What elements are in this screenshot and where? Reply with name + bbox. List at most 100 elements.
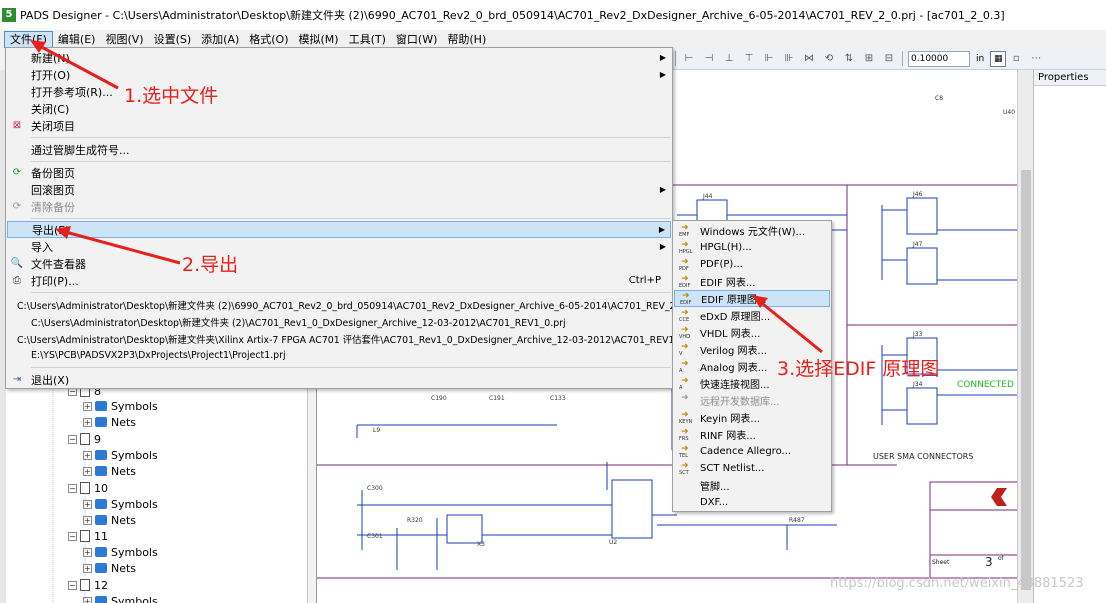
file-menu-rollback[interactable]: 回滚图页 ▶ — [7, 181, 671, 198]
tree-symbols[interactable]: + Symbols — [83, 544, 158, 560]
menu-help[interactable]: 帮助(H) — [442, 31, 491, 48]
expand-icon[interactable]: + — [83, 596, 92, 603]
expand-icon[interactable]: − — [68, 531, 77, 541]
scrollbar-thumb[interactable] — [1021, 170, 1031, 590]
export-sct-netlist[interactable]: ➜ SCT SCT Netlist... — [674, 460, 830, 477]
rotate-icon[interactable]: ⟲ — [820, 51, 838, 67]
export-cadence-allegro[interactable]: ➜ TEL Cadence Allegro... — [674, 443, 830, 460]
file-menu: 新建(N) ▶ 打开(O) ▶ 打开参考项(R)... 关闭(C) ⊠ 关闭项目 通过… — [5, 47, 702, 389]
label-connected: CONNECTED — [957, 380, 1014, 390]
menu-file[interactable]: 文件(F) — [4, 30, 53, 48]
expand-icon[interactable]: + — [83, 547, 92, 557]
menu-icon-blank — [10, 102, 24, 116]
tree-label: 12 — [94, 578, 108, 592]
file-menu-backup[interactable]: ⟳ 备份图页 — [7, 164, 671, 181]
file-menu-open-reference[interactable]: 打开参考项(R)... — [7, 83, 671, 100]
menu-tools[interactable]: 工具(T) — [344, 31, 391, 48]
export-keyin-icon: ➜ KEYN — [679, 409, 693, 425]
label-j34: J34 — [912, 381, 923, 388]
menu-window[interactable]: 窗口(W) — [391, 31, 442, 48]
export-dxf[interactable]: DXF... — [674, 494, 830, 511]
flip-icon[interactable]: ⇅ — [840, 51, 858, 67]
expand-icon[interactable]: − — [68, 483, 77, 493]
menu-simulate[interactable]: 模拟(M) — [294, 31, 344, 48]
label-r487: R487 — [789, 517, 805, 524]
align-left-icon[interactable]: ⊢ — [680, 51, 698, 67]
label-x3: X3 — [477, 541, 485, 548]
tree-sheet-12[interactable]: − 12 — [68, 577, 108, 593]
expand-icon[interactable]: + — [83, 401, 92, 411]
expand-icon[interactable]: + — [83, 499, 92, 509]
export-pins[interactable]: 管脚... — [674, 477, 830, 494]
menu-settings[interactable]: 设置(S) — [149, 31, 197, 48]
export-keyin-netlist[interactable]: ➜ KEYN Keyin 网表... — [674, 409, 830, 426]
close-project-icon: ⊠ — [12, 119, 22, 131]
export-edif-icon: ➜ EDIF — [679, 273, 691, 289]
ungroup-icon[interactable]: ⊟ — [880, 51, 898, 67]
file-menu-export[interactable]: 导出(E) ▶ — [7, 221, 671, 238]
file-menu-import[interactable]: 导入 ▶ — [7, 238, 671, 255]
grid-value-input[interactable] — [908, 50, 970, 67]
tree-nets[interactable]: + Nets — [83, 560, 136, 576]
menu-format[interactable]: 格式(O) — [244, 31, 293, 48]
align-center-icon[interactable]: ⊣ — [700, 51, 718, 67]
tree-symbols[interactable]: + Symbols — [83, 593, 158, 603]
file-menu-file-viewer[interactable]: 🔍 文件查看器 — [7, 255, 671, 272]
menu-icon-blank — [10, 240, 24, 254]
grid-icon[interactable]: ▦ — [990, 50, 1007, 67]
title-bar: 5 PADS Designer - C:\Users\Administrator… — [0, 0, 1106, 30]
menu-view[interactable]: 视图(V) — [100, 31, 148, 48]
expand-icon[interactable]: + — [83, 466, 92, 476]
export-edxd-schematic[interactable]: ➜ CCE eDxD 原理图... — [674, 307, 830, 324]
align-bottom-icon[interactable]: ⊪ — [780, 51, 798, 67]
tree-symbols[interactable]: + Symbols — [83, 496, 158, 512]
expand-icon[interactable]: + — [83, 450, 92, 460]
menu-edit[interactable]: 编辑(E) — [53, 31, 101, 48]
expand-icon[interactable]: + — [83, 417, 92, 427]
export-windows-metafile[interactable]: ➜ EMF Windows 元文件(W)... — [674, 222, 830, 239]
expand-icon[interactable]: + — [83, 515, 92, 525]
file-menu-generate-symbol[interactable]: 通过管脚生成符号... — [7, 141, 671, 158]
file-menu-print[interactable]: ⎙ 打印(P)... Ctrl+P — [7, 272, 671, 289]
toolbar-more-icon[interactable]: ⋯ — [1027, 51, 1045, 67]
label-j44: J44 — [702, 193, 713, 200]
tree-nets[interactable]: + Nets — [83, 414, 136, 430]
tree-sheet-11[interactable]: − 11 — [68, 528, 108, 544]
file-menu-close-project[interactable]: ⊠ 关闭项目 — [7, 117, 671, 134]
snap-icon[interactable]: ▫ — [1007, 51, 1025, 67]
align-right-icon[interactable]: ⊥ — [720, 51, 738, 67]
file-menu-clear-backup: ⟳ 清除备份 — [7, 198, 671, 215]
tree-nets[interactable]: + Nets — [83, 463, 136, 479]
distribute-icon[interactable]: ⊤ — [740, 51, 758, 67]
tree-symbols[interactable]: + Symbols — [83, 398, 158, 414]
expand-icon[interactable]: − — [68, 580, 77, 590]
export-edif-netlist[interactable]: ➜ EDIF EDIF 网表... — [674, 273, 830, 290]
export-rinf-icon: ➜ FRS — [679, 426, 689, 442]
export-pdf[interactable]: ➜ PDF PDF(P)... — [674, 256, 830, 273]
tree-sheet-9[interactable]: −9 — [68, 431, 101, 447]
recent-file-1[interactable]: C:\Users\Administrator\Desktop\新建文件夹 (2)… — [7, 296, 702, 313]
recent-file-4[interactable]: E:\YS\PCB\PADSVX2P3\DxProjects\Project1\… — [7, 347, 671, 364]
annotation-step3: 3.选择EDIF 原理图 — [777, 358, 940, 380]
file-menu-open[interactable]: 打开(O) ▶ — [7, 66, 671, 83]
tree-symbols[interactable]: + Symbols — [83, 447, 158, 463]
expand-icon[interactable]: + — [83, 563, 92, 573]
vertical-scrollbar[interactable] — [1017, 70, 1033, 603]
file-menu-exit[interactable]: ⇥ 退出(X) — [7, 371, 671, 388]
recent-file-2[interactable]: C:\Users\Administrator\Desktop\新建文件夹 (2)… — [7, 313, 671, 330]
menu-add[interactable]: 添加(A) — [196, 31, 244, 48]
export-hpgl[interactable]: ➜ HPGL HPGL(H)... — [674, 239, 830, 256]
export-rinf-netlist[interactable]: ➜ FRS RINF 网表... — [674, 426, 830, 443]
recent-file-3[interactable]: C:\Users\Administrator\Desktop\新建文件夹\Xil… — [7, 330, 701, 347]
mirror-icon[interactable]: ⋈ — [800, 51, 818, 67]
expand-icon[interactable]: − — [68, 434, 77, 444]
tree-label: Nets — [111, 513, 137, 527]
align-top-icon[interactable]: ⊩ — [760, 51, 778, 67]
tree-nets[interactable]: + Nets — [83, 512, 136, 528]
file-menu-close[interactable]: 关闭(C) — [7, 100, 671, 117]
export-edif-schematic[interactable]: ➜ EDIF EDIF 原理图... — [674, 290, 830, 307]
group-icon[interactable]: ⊞ — [860, 51, 878, 67]
export-vhdl-netlist[interactable]: ➜ VHD VHDL 网表... — [674, 324, 830, 341]
file-menu-new[interactable]: 新建(N) ▶ — [7, 49, 671, 66]
tree-sheet-10[interactable]: − 10 — [68, 480, 108, 496]
